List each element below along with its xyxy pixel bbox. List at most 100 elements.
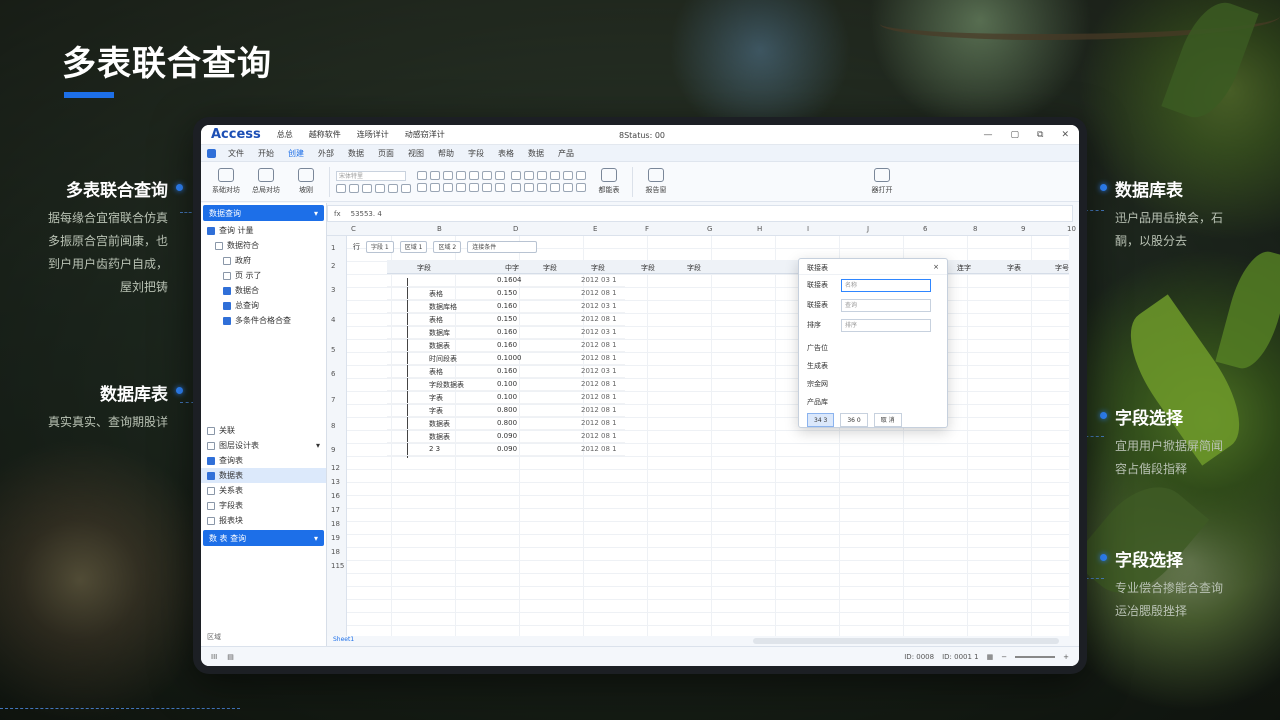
tab-data-2[interactable]: 数据: [528, 148, 544, 159]
nav-item[interactable]: 查询 计量: [201, 223, 326, 238]
nav-item[interactable]: 查询表: [201, 453, 326, 468]
font-select[interactable]: 宋体特里: [336, 170, 406, 181]
checkbox[interactable]: [207, 486, 215, 495]
minimize-icon[interactable]: —: [984, 130, 993, 140]
table-row[interactable]: 表格 0.160 2012 03 1: [387, 365, 625, 378]
checkbox[interactable]: [223, 256, 231, 265]
list-item[interactable]: 广告位: [807, 339, 947, 357]
ok-button[interactable]: 34 3: [807, 413, 835, 427]
tab-create[interactable]: 创建: [288, 148, 304, 159]
layout-icon[interactable]: ▦: [987, 653, 994, 661]
checkbox[interactable]: [223, 316, 231, 325]
filter-field[interactable]: 区域 2: [433, 241, 462, 253]
table-row[interactable]: 表格 0.150 2012 08 1: [387, 313, 625, 326]
checkbox[interactable]: [223, 271, 231, 280]
ribbon-button[interactable]: 都能表: [592, 168, 626, 195]
ribbon-button[interactable]: 总局对坊: [249, 168, 283, 195]
ribbon-button[interactable]: 报告窗: [639, 168, 673, 195]
nav-item[interactable]: 数据符合: [201, 238, 326, 253]
table-row[interactable]: 数据库格 0.160 2012 03 1: [387, 300, 625, 313]
filter-field[interactable]: 字段 1: [366, 241, 394, 253]
close-icon[interactable]: ×: [933, 263, 939, 271]
nav-item[interactable]: 多条件合格合查: [201, 313, 326, 328]
list-item[interactable]: 生成表: [807, 357, 947, 375]
sheet-tabs: Sheet1: [327, 636, 1079, 646]
table-row[interactable]: 时间段表 0.1000 2012 08 1: [387, 352, 625, 365]
table-row[interactable]: 数据表 0.160 2012 08 1: [387, 339, 625, 352]
checkbox[interactable]: [215, 241, 223, 250]
table-row[interactable]: 字表 0.800 2012 08 1: [387, 404, 625, 417]
maximize-icon[interactable]: ⧉: [1037, 130, 1043, 140]
quick-access-icon[interactable]: [207, 148, 216, 158]
table-row[interactable]: 字段数据表 0.100 2012 08 1: [387, 378, 625, 391]
zoom-out-icon[interactable]: −: [1001, 653, 1007, 661]
close-icon[interactable]: ✕: [1061, 130, 1069, 140]
apply-button[interactable]: 36 0: [840, 413, 868, 427]
nav-item[interactable]: 关系表: [201, 483, 326, 498]
filter-field[interactable]: 连接条件: [467, 241, 538, 253]
tab-help[interactable]: 帮助: [438, 148, 454, 159]
filter-field[interactable]: 区域 1: [399, 241, 428, 253]
tab-table[interactable]: 表格: [498, 148, 514, 159]
table-row[interactable]: 数据库 0.160 2012 03 1: [387, 326, 625, 339]
checkbox[interactable]: [207, 441, 215, 450]
list-item[interactable]: 宗金网: [807, 375, 947, 393]
tab-fields[interactable]: 字段: [468, 148, 484, 159]
ribbon-button[interactable]: 系础对坊: [209, 168, 243, 195]
datasheet-grid[interactable]: C B D E F G H I J 6 8 9 10 1 2 3 4 5 6 7…: [327, 222, 1076, 636]
dialog-buttons: 34 3 36 0 取 消: [799, 413, 947, 427]
checkbox[interactable]: [207, 501, 215, 510]
join-query-input[interactable]: 查询: [841, 298, 931, 312]
nav-item[interactable]: 总查询: [201, 298, 326, 313]
checkbox[interactable]: [207, 226, 215, 235]
table-header-row: 字段 中字 字段 字段 字段 字段 字段 字号 连字 字表 字号: [387, 260, 1069, 274]
sort-select[interactable]: 排序: [841, 318, 931, 332]
nav-header[interactable]: 数据查询 ▾: [203, 205, 324, 221]
tab-file[interactable]: 文件: [228, 148, 244, 159]
table-row[interactable]: 数据表 0.800 2012 08 1: [387, 417, 625, 430]
table-row[interactable]: 字表 0.100 2012 08 1: [387, 391, 625, 404]
checkbox[interactable]: [207, 516, 215, 525]
title-menu-item[interactable]: 越称软件: [309, 129, 341, 140]
callout-dot: [176, 387, 183, 394]
tab-product[interactable]: 产品: [558, 148, 574, 159]
nav-item[interactable]: 数据表: [201, 468, 326, 483]
nav-item[interactable]: 数据合: [201, 283, 326, 298]
list-item[interactable]: 产品库: [807, 393, 947, 411]
nav-group-title[interactable]: 图层设计表 ▾: [201, 438, 326, 453]
ribbon-button[interactable]: 器打开: [865, 168, 899, 195]
grid-view-icon[interactable]: ▤: [227, 653, 234, 661]
ribbon-button[interactable]: 坡刚: [289, 168, 323, 195]
callout-desc: 真实真实、查询期股详: [47, 415, 168, 429]
nav-footer-header[interactable]: 数 表 查询 ▾: [203, 530, 324, 546]
tab-external[interactable]: 外部: [318, 148, 334, 159]
checkbox[interactable]: [207, 471, 215, 480]
cancel-button[interactable]: 取 消: [873, 413, 902, 427]
nav-item[interactable]: 政府: [201, 253, 326, 268]
formula-bar[interactable]: fx 53553. 4: [327, 205, 1073, 222]
tab-data[interactable]: 数据: [348, 148, 364, 159]
tab-page[interactable]: 页面: [378, 148, 394, 159]
nav-item[interactable]: 报表块: [201, 513, 326, 528]
tab-home[interactable]: 开始: [258, 148, 274, 159]
nav-item[interactable]: 字段表: [201, 498, 326, 513]
table-row[interactable]: 数据表 0.090 2012 08 1: [387, 430, 625, 443]
title-menu-item[interactable]: 连旸详计: [357, 129, 389, 140]
checkbox[interactable]: [223, 286, 231, 295]
join-table-input[interactable]: 名称: [841, 278, 931, 292]
dialog-header: 联接表 ×: [799, 259, 947, 275]
zoom-slider[interactable]: [1015, 655, 1056, 658]
tab-view[interactable]: 视图: [408, 148, 424, 159]
checkbox[interactable]: [207, 456, 215, 465]
checkbox[interactable]: [223, 301, 231, 310]
zoom-in-icon[interactable]: +: [1063, 653, 1069, 661]
restore-icon[interactable]: ▢: [1011, 130, 1020, 140]
title-menu-item[interactable]: 动感窃洋计: [405, 129, 445, 140]
nav-item[interactable]: 页 示了: [201, 268, 326, 283]
table-row[interactable]: 表格 0.150 2012 08 1: [387, 287, 625, 300]
sheet-tab[interactable]: Sheet1: [333, 636, 354, 643]
title-menu-item[interactable]: 总总: [277, 129, 293, 140]
table-row[interactable]: 2 3 0.090 2012 08 1: [387, 443, 625, 456]
table-row[interactable]: 0.1604 2012 03 1: [387, 274, 625, 287]
checkbox[interactable]: [207, 426, 215, 435]
